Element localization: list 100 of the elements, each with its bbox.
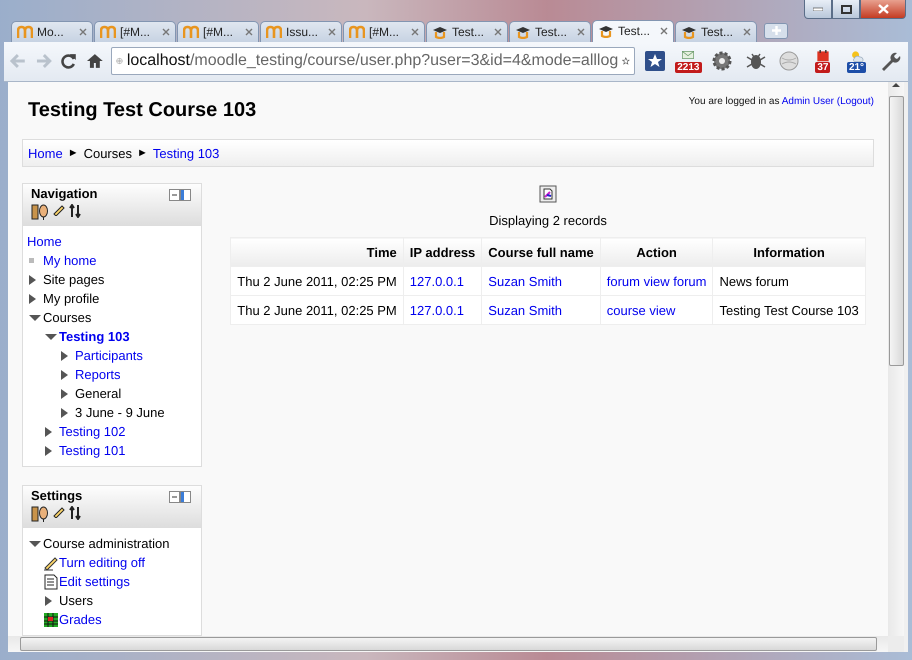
browser-tab[interactable]: Issu... xyxy=(260,20,342,42)
vertical-scrollbar[interactable] xyxy=(888,82,904,636)
tree-item[interactable]: Site pages xyxy=(43,272,104,287)
column-header: Time xyxy=(230,238,404,266)
tree-link[interactable]: Turn editing off xyxy=(59,555,145,570)
expanded-icon[interactable] xyxy=(29,314,41,320)
tree-item[interactable]: Course administration xyxy=(43,536,170,551)
envelope-icon[interactable] xyxy=(680,50,696,62)
user-link[interactable]: Admin User xyxy=(782,96,834,107)
close-icon[interactable] xyxy=(743,28,751,36)
document-icon xyxy=(43,574,59,590)
badge: 21° xyxy=(846,62,866,73)
breadcrumb-link[interactable]: Home xyxy=(28,146,63,160)
maximize-button[interactable] xyxy=(832,0,860,19)
bullet-icon xyxy=(29,258,34,263)
logo-icon xyxy=(266,24,282,39)
up-arrow-icon[interactable] xyxy=(892,82,900,88)
graduation-cap-icon xyxy=(598,24,614,38)
address-bar[interactable]: localhost/moodle_testing/course/user.php?user=3&id=4&mode=alllog xyxy=(110,47,635,76)
close-icon[interactable] xyxy=(162,28,170,36)
column-header: IP address xyxy=(403,238,482,266)
dock-icon[interactable] xyxy=(169,189,191,201)
close-button[interactable] xyxy=(860,0,906,19)
records-count: Displaying 2 records xyxy=(489,213,607,228)
tree-link[interactable]: Participants xyxy=(75,348,143,363)
tab-title: [#M... xyxy=(203,24,234,39)
table-cell: News forum xyxy=(712,266,866,296)
people-icon[interactable] xyxy=(31,204,49,220)
badge: 37 xyxy=(815,62,830,73)
close-icon[interactable] xyxy=(79,28,87,36)
tree-link[interactable]: Edit settings xyxy=(59,574,130,589)
graduation-cap-icon xyxy=(681,24,697,39)
column-header: Action xyxy=(600,238,713,266)
browser-tab[interactable]: Test... xyxy=(592,20,674,42)
logo-icon xyxy=(183,24,199,39)
calendar-icon[interactable] xyxy=(814,50,831,62)
expanded-icon[interactable] xyxy=(29,540,41,546)
tree-item[interactable]: My profile xyxy=(43,291,100,306)
tree-item[interactable]: Users xyxy=(59,593,93,608)
table-cell: Testing Test Course 103 xyxy=(712,296,866,324)
breadcrumb-separator: ► xyxy=(137,147,148,159)
minimize-button[interactable] xyxy=(804,0,832,19)
breadcrumb-link[interactable]: Testing 103 xyxy=(152,146,220,160)
plus-icon xyxy=(772,26,780,36)
browser-tab[interactable]: Test... xyxy=(509,20,591,42)
table-cell: Thu 2 June 2011, 02:25 PM xyxy=(230,296,404,324)
tab-title: [#M... xyxy=(120,24,152,39)
logo-icon xyxy=(349,24,365,39)
tree-link[interactable]: Testing 103 xyxy=(59,329,130,344)
block-title: Navigation xyxy=(31,186,98,201)
close-icon[interactable] xyxy=(660,27,668,36)
logo-icon xyxy=(100,24,116,39)
grid-icon xyxy=(43,612,59,628)
new-tab-button[interactable] xyxy=(764,22,788,39)
badge: 2213 xyxy=(675,62,702,73)
minimize-icon xyxy=(813,7,823,11)
pencil-icon[interactable] xyxy=(53,506,65,518)
settings-icon[interactable] xyxy=(710,49,734,74)
breadcrumb-item: Courses xyxy=(84,146,132,160)
browser-tab[interactable]: Test... xyxy=(675,20,757,42)
collapsed-icon[interactable] xyxy=(45,596,52,606)
tree-link[interactable]: Testing 102 xyxy=(59,424,126,439)
pencil-icon xyxy=(43,554,59,570)
export-icon[interactable] xyxy=(539,185,557,203)
tree-item[interactable]: General xyxy=(75,386,122,401)
close-icon[interactable] xyxy=(494,28,502,36)
column-header: Course full name xyxy=(482,238,600,266)
people-icon[interactable] xyxy=(31,506,49,522)
browser-tab[interactable]: Test... xyxy=(426,20,508,42)
url-text: localhost/moodle_testing/course/user.php?user=3&id=4&mode=alllog xyxy=(126,52,618,70)
tree-item[interactable]: Courses xyxy=(43,310,92,325)
tree-item[interactable]: 3 June - 9 June xyxy=(75,405,165,420)
scrollbar-thumb[interactable] xyxy=(888,96,904,366)
expanded-icon[interactable] xyxy=(45,334,57,340)
tab-title: Mo... xyxy=(37,24,65,39)
tree-link[interactable]: Home xyxy=(27,234,62,249)
tree-link[interactable]: Reports xyxy=(75,367,121,382)
page-title: Testing Test Course 103 xyxy=(28,99,256,122)
close-icon[interactable] xyxy=(328,28,336,36)
close-icon xyxy=(878,4,888,14)
close-icon[interactable] xyxy=(411,28,419,36)
graduation-cap-icon xyxy=(515,24,531,39)
tab-title: Test... xyxy=(452,24,486,39)
tree-link[interactable]: Testing 101 xyxy=(59,443,126,458)
tab-title: Test... xyxy=(618,24,652,38)
browser-tab[interactable]: Mo... xyxy=(11,20,93,42)
logout-link[interactable]: (Logout) xyxy=(836,96,874,107)
browser-tab[interactable]: [#M... xyxy=(177,20,259,42)
close-icon[interactable] xyxy=(577,28,585,36)
globe-icon[interactable] xyxy=(777,49,802,74)
tree-link[interactable]: My home xyxy=(43,253,96,268)
move-icon[interactable] xyxy=(69,506,81,520)
dock-icon[interactable] xyxy=(169,491,191,503)
move-icon[interactable] xyxy=(69,204,81,218)
login-info: You are logged in as Admin User (Logout) xyxy=(688,96,874,107)
browser-tab[interactable]: [#M... xyxy=(343,20,425,42)
pencil-icon[interactable] xyxy=(53,204,65,216)
close-icon[interactable] xyxy=(245,28,253,36)
browser-tab[interactable]: [#M... xyxy=(94,20,176,42)
tree-link[interactable]: Grades xyxy=(59,612,102,627)
